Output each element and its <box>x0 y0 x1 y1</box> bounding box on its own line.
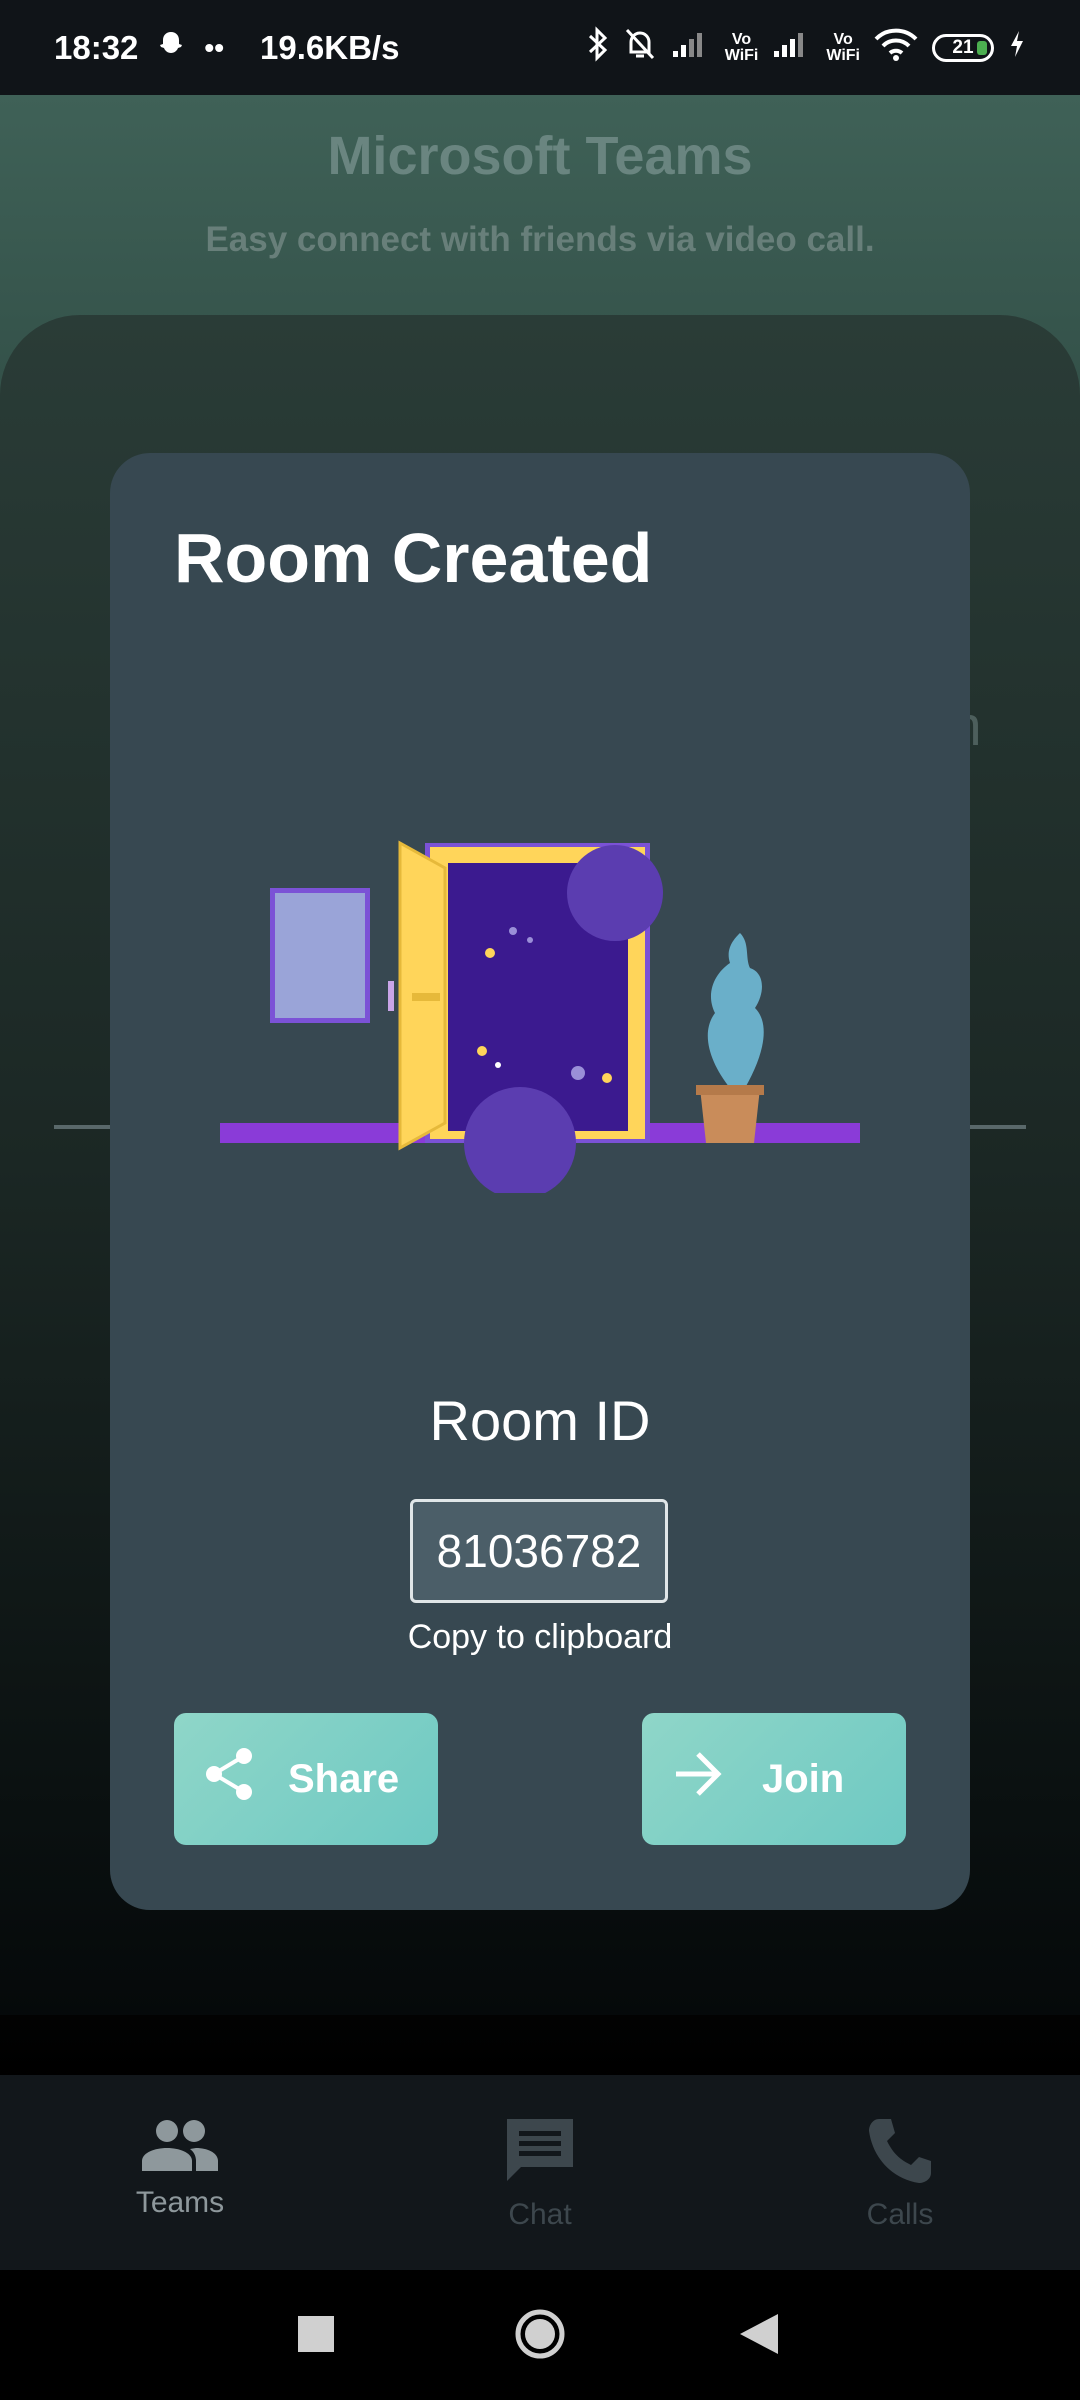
share-icon <box>202 1744 258 1814</box>
snapchat-icon <box>156 29 186 67</box>
battery-icon: 21 <box>932 33 994 62</box>
charging-icon <box>1008 29 1026 67</box>
room-id-value[interactable]: 81036782 <box>410 1499 668 1603</box>
chat-icon <box>503 2119 577 2191</box>
nav-label-chat: Chat <box>508 2198 572 2231</box>
open-door-illustration <box>220 833 860 1199</box>
bell-off-icon <box>623 26 657 70</box>
people-icon <box>140 2120 220 2179</box>
nav-label-calls: Calls <box>866 2198 934 2231</box>
join-button[interactable]: Join <box>642 1713 906 1845</box>
join-label: Join <box>762 1756 845 1801</box>
nav-item-teams[interactable]: Teams <box>80 2115 280 2220</box>
divider <box>970 1125 1026 1129</box>
recents-button[interactable] <box>298 2316 334 2357</box>
status-time: 18:32 <box>54 28 139 66</box>
wifi-icon <box>874 27 918 69</box>
copy-to-clipboard-link[interactable]: Copy to clipboard <box>110 1618 970 1657</box>
vowifi-icon: Vo WiFi <box>826 30 860 64</box>
app-title: Microsoft Teams <box>327 126 753 186</box>
vowifi-icon: Vo WiFi <box>724 30 759 64</box>
signal-icon <box>671 29 711 67</box>
arrow-right-icon <box>672 1749 724 1809</box>
bluetooth-icon <box>587 25 609 70</box>
more-notifications-icon: •• <box>204 31 225 63</box>
divider <box>54 1125 110 1129</box>
network-speed: 19.6KB/s <box>260 28 400 66</box>
status-bar: 18:32 •• 19.6KB/s Vo WiFi Vo WiFi 21 <box>0 0 1080 95</box>
share-label: Share <box>288 1756 400 1801</box>
share-button[interactable]: Share <box>174 1713 438 1845</box>
room-id-label: Room ID <box>429 1389 651 1452</box>
signal-icon <box>772 29 812 67</box>
nav-item-calls[interactable]: Calls <box>800 2115 1000 2232</box>
app-subtitle: Easy connect with friends via video call… <box>205 220 875 259</box>
back-button[interactable] <box>740 2314 778 2359</box>
bottom-navigation: Teams Chat Calls <box>0 2075 1080 2270</box>
room-created-dialog: Room Created Room ID 81036782 Copy to cl… <box>110 453 970 1910</box>
dialog-title: Room Created <box>174 519 653 597</box>
phone-icon <box>865 2119 935 2191</box>
nav-label-teams: Teams <box>135 2186 225 2219</box>
system-navigation-bar <box>0 2270 1080 2400</box>
nav-item-chat[interactable]: Chat <box>440 2115 640 2232</box>
home-button[interactable] <box>514 2308 566 2365</box>
